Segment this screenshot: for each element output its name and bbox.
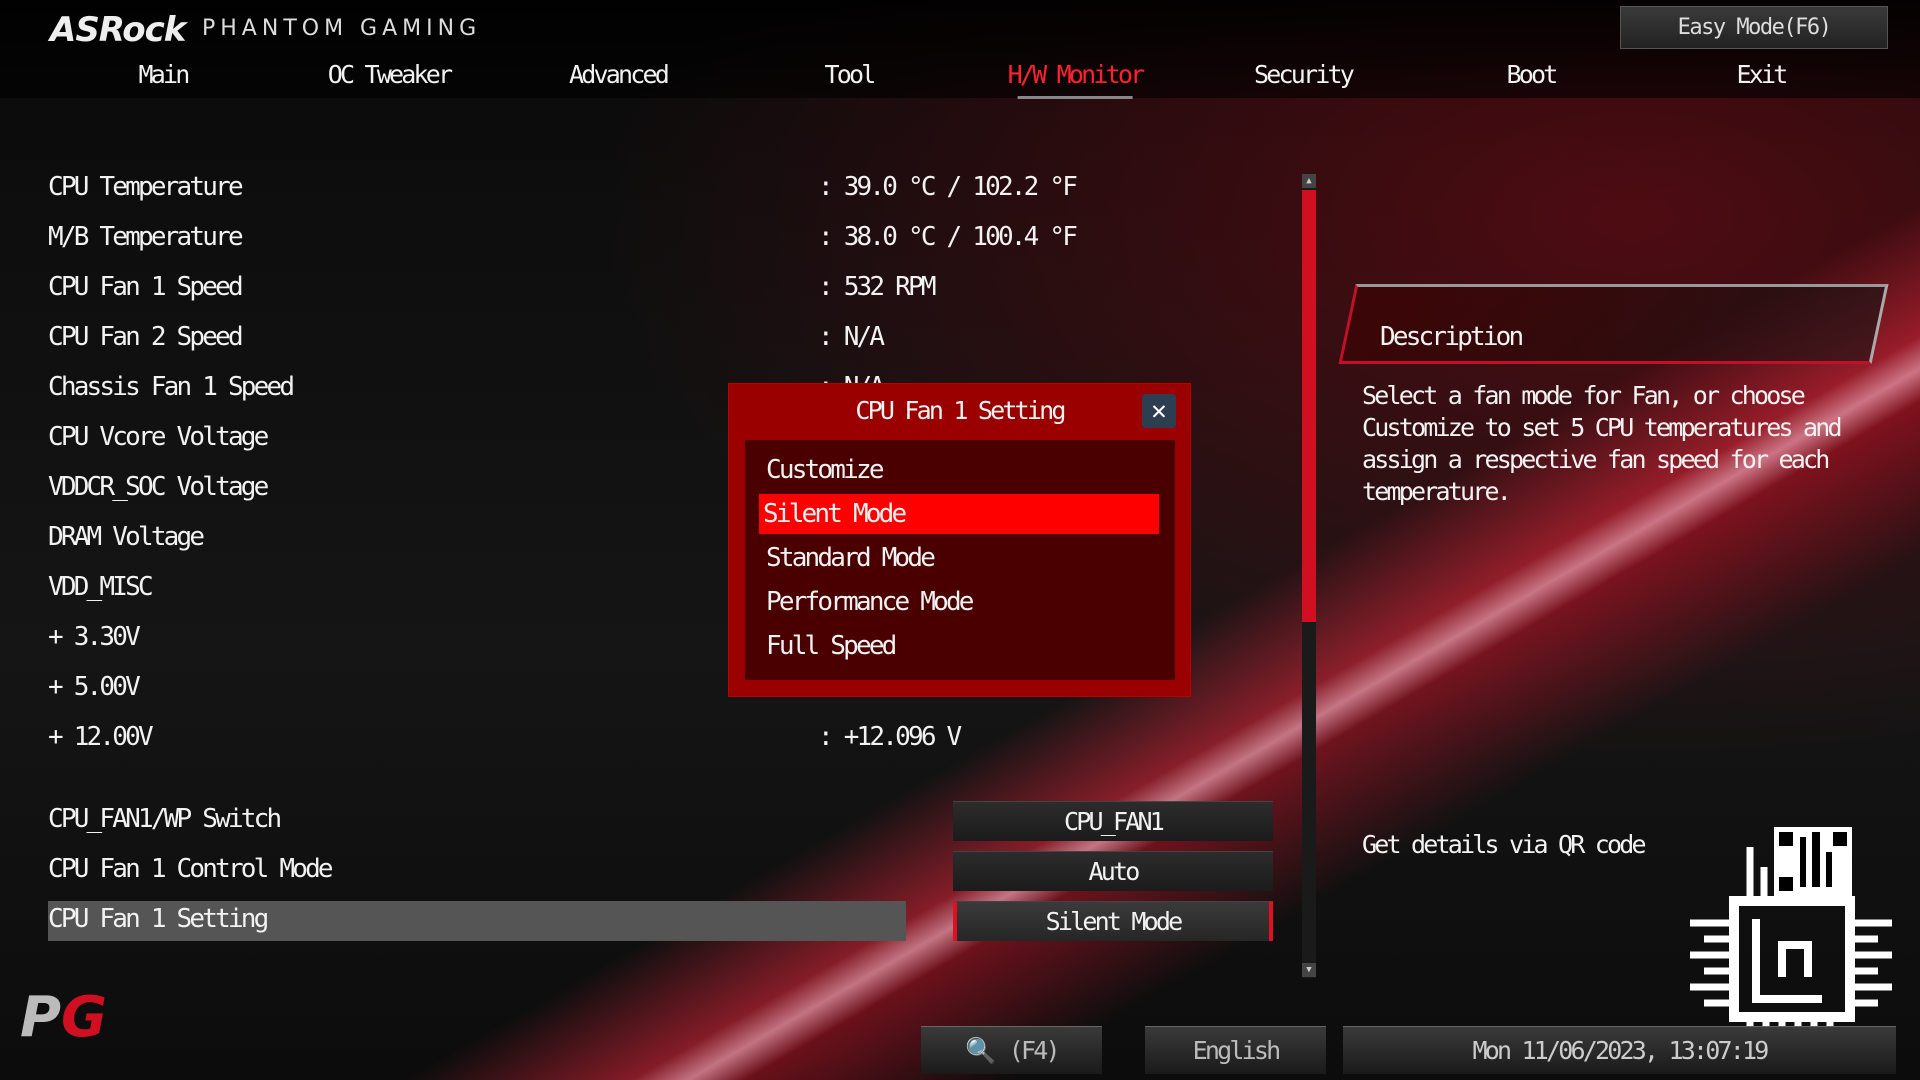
popup-title: CPU Fan 1 Setting xyxy=(855,396,1066,425)
monitor-label: VDD_MISC xyxy=(48,572,154,602)
search-button[interactable]: 🔍 (F4) xyxy=(921,1026,1102,1074)
language-button[interactable]: English xyxy=(1145,1026,1326,1074)
monitor-label: CPU Temperature xyxy=(48,172,244,202)
search-icon: 🔍 xyxy=(965,1036,997,1065)
qr-label: Get details via QR code xyxy=(1362,830,1647,859)
option-customize[interactable]: Customize xyxy=(762,450,1162,490)
scrollbar-thumb[interactable] xyxy=(1302,190,1316,622)
fan-setting-dropdown[interactable]: Silent Mode xyxy=(953,901,1273,941)
monitor-label: VDDCR_SOC Voltage xyxy=(48,472,269,502)
datetime-display: Mon 11/06/2023, 13:07:19 xyxy=(1343,1026,1896,1074)
brand-logo: ASRock xyxy=(50,10,186,50)
chip-qr-icon xyxy=(1690,827,1892,1047)
setting-label-fan-switch: CPU_FAN1/WP Switch xyxy=(48,804,282,834)
fan-setting-popup: CPU Fan 1 Setting ✕ Customize Silent Mod… xyxy=(728,383,1191,697)
easy-mode-button[interactable]: Easy Mode(F6) xyxy=(1620,6,1888,49)
search-shortcut: (F4) xyxy=(1008,1036,1061,1065)
monitor-label: CPU Fan 2 Speed xyxy=(48,322,244,352)
monitor-label: + 12.00V xyxy=(48,722,154,752)
option-standard-mode[interactable]: Standard Mode xyxy=(762,538,1162,578)
scroll-down-icon[interactable]: ▼ xyxy=(1302,963,1316,977)
tab-hw-monitor[interactable]: H/W Monitor xyxy=(1008,60,1145,99)
tab-security[interactable]: Security xyxy=(1254,60,1355,89)
scroll-up-icon[interactable]: ▲ xyxy=(1302,174,1316,188)
setting-label-fan-setting: CPU Fan 1 Setting xyxy=(48,904,269,934)
description-text: Select a fan mode for Fan, or choose Cus… xyxy=(1362,381,1843,506)
monitor-label: Chassis Fan 1 Speed xyxy=(48,372,295,402)
monitor-label: CPU Vcore Voltage xyxy=(48,422,269,452)
monitor-value: : +12.096 V xyxy=(818,722,962,752)
monitor-label: M/B Temperature xyxy=(48,222,244,252)
monitor-label: + 5.00V xyxy=(48,672,141,702)
monitor-label: CPU Fan 1 Speed xyxy=(48,272,244,302)
setting-label-control-mode: CPU Fan 1 Control Mode xyxy=(48,854,334,884)
tab-boot[interactable]: Boot xyxy=(1506,60,1558,89)
option-performance-mode[interactable]: Performance Mode xyxy=(762,582,1162,622)
popup-options: Customize Silent Mode Standard Mode Perf… xyxy=(745,440,1175,680)
close-icon[interactable]: ✕ xyxy=(1142,394,1176,428)
tab-advanced[interactable]: Advanced xyxy=(569,60,670,89)
tab-exit[interactable]: Exit xyxy=(1736,60,1788,89)
tab-oc-tweaker[interactable]: OC Tweaker xyxy=(328,60,453,89)
option-full-speed[interactable]: Full Speed xyxy=(762,626,1162,666)
brand-subtitle: PHANTOM GAMING xyxy=(202,16,482,41)
monitor-label: + 3.30V xyxy=(48,622,141,652)
monitor-label: DRAM Voltage xyxy=(48,522,205,552)
monitor-value: : 532 RPM xyxy=(818,272,936,302)
control-mode-dropdown[interactable]: Auto xyxy=(953,851,1273,891)
monitor-value: : 38.0 °C / 100.4 °F xyxy=(818,222,1078,252)
fan-switch-dropdown[interactable]: CPU_FAN1 xyxy=(953,801,1273,841)
phantom-gaming-logo: PG xyxy=(20,985,108,1050)
description-title: Description xyxy=(1380,322,1524,352)
monitor-value: : N/A xyxy=(818,322,885,352)
monitor-value: : 39.0 °C / 102.2 °F xyxy=(818,172,1078,202)
option-silent-mode[interactable]: Silent Mode xyxy=(759,494,1159,534)
tab-tool[interactable]: Tool xyxy=(824,60,876,89)
tab-main[interactable]: Main xyxy=(138,60,190,89)
